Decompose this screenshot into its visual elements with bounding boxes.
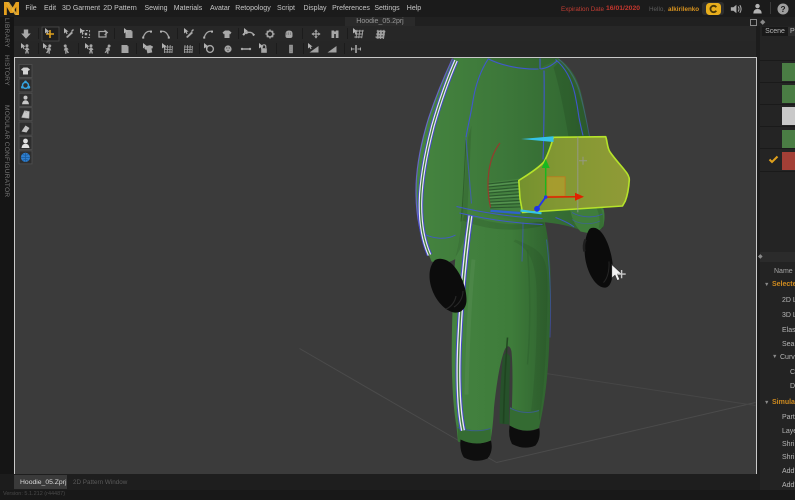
- svg-text:?: ?: [780, 4, 785, 14]
